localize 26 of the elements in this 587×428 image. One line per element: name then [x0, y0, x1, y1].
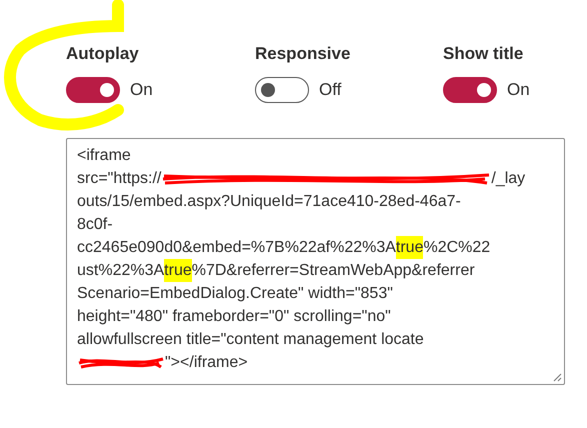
toggle-state-text: On	[130, 79, 153, 102]
resize-grip-icon[interactable]	[553, 373, 562, 382]
embed-code-field[interactable]	[66, 138, 565, 385]
toggle-switch[interactable]	[443, 77, 497, 103]
code-text: Scenario=EmbedDialog.Create" width="853"	[77, 284, 393, 304]
toggle-label: Responsive	[255, 43, 350, 65]
toggle-state-text: Off	[319, 79, 342, 102]
code-text: outs/15/embed.aspx?UniqueId=71ace410-28ed-46a7-	[77, 192, 461, 212]
code-text: 8c0f-	[77, 215, 113, 235]
code-text: allowfullscreen title="content management locate	[77, 330, 424, 350]
toggle-state-text: On	[507, 79, 530, 102]
code-text: cc2465e090d0&embed=%7B%22af%22%3A	[77, 238, 396, 258]
toggle-switch[interactable]	[66, 77, 120, 103]
toggle-label: Autoplay	[66, 43, 139, 65]
code-text: "></iframe>	[165, 353, 248, 373]
code-text: height="480" frameborder="0" scrolling="no"	[77, 307, 391, 327]
code-text: %7D&referrer=StreamWebApp&referrer	[192, 261, 475, 281]
toggle-switch[interactable]	[255, 77, 309, 103]
code-text: %2C%22	[423, 238, 490, 258]
code-text: <iframe	[77, 146, 131, 166]
code-text: /_lay	[491, 169, 526, 189]
highlighted-code-text: true	[164, 259, 192, 282]
code-text: ust%22%3A	[77, 261, 164, 281]
toggle-label: Show title	[443, 43, 524, 65]
code-text: src="https://	[77, 169, 162, 189]
highlighted-code-text: true	[396, 236, 424, 259]
